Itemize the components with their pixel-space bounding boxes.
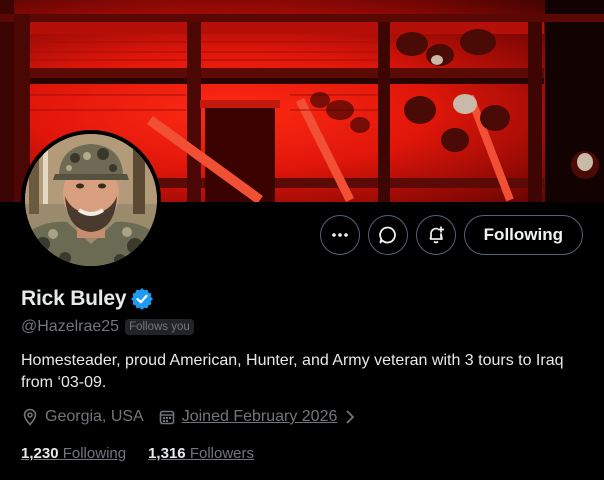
followers-count: 1,316 xyxy=(148,445,186,462)
profile-actions: Following xyxy=(319,215,583,255)
verified-badge-icon[interactable] xyxy=(131,288,154,310)
following-button[interactable]: Following xyxy=(463,215,583,255)
follow-stats: 1,230 Following 1,316 Followers xyxy=(21,445,276,462)
more-button[interactable] xyxy=(319,215,360,255)
display-name: Rick Buley xyxy=(21,287,127,310)
following-label: Following xyxy=(62,445,127,462)
profile-bio: Homesteader, proud American, Hunter, and… xyxy=(21,352,564,391)
notify-button[interactable] xyxy=(415,215,456,255)
more-horizontal-icon xyxy=(331,233,348,237)
joined-date[interactable]: Joined February 2026 xyxy=(158,408,358,426)
avatar-photo xyxy=(25,134,157,266)
avatar[interactable] xyxy=(21,130,161,270)
location-text: Georgia, USA xyxy=(45,408,144,425)
calendar-icon xyxy=(159,410,175,425)
chevron-right-icon[interactable] xyxy=(343,409,357,425)
following-count: 1,230 xyxy=(21,445,59,462)
location-pin-icon xyxy=(23,408,37,426)
handle: @Hazelrae25 xyxy=(21,318,120,335)
joined-text[interactable]: Joined February 2026 xyxy=(182,408,338,426)
location: Georgia, USA xyxy=(21,408,144,426)
followers-label: Followers xyxy=(189,445,254,462)
following-count-link[interactable]: 1,230 Following xyxy=(21,445,126,462)
handle-row: @Hazelrae25 Follows you xyxy=(21,318,194,336)
message-button[interactable] xyxy=(367,215,408,255)
follows-you-badge: Follows you xyxy=(125,319,194,335)
message-bubble-icon xyxy=(378,226,396,244)
name-row: Rick Buley xyxy=(21,287,154,311)
followers-count-link[interactable]: 1,316 Followers xyxy=(148,445,254,462)
bell-plus-icon xyxy=(428,226,444,244)
profile-meta: Georgia, USA Joined February 2026 xyxy=(21,408,371,426)
